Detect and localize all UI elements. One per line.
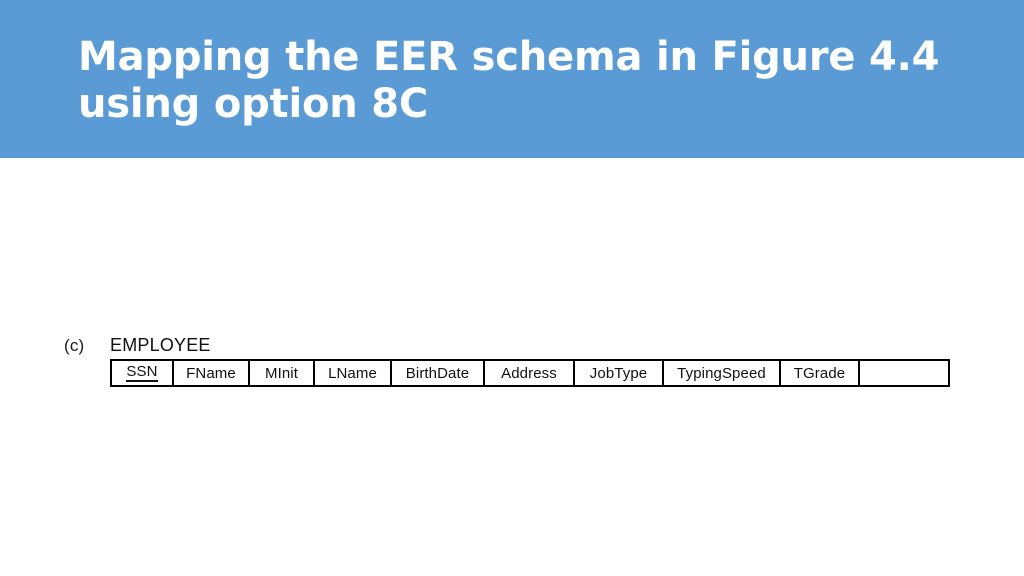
attribute-cell-lname: LName	[315, 361, 392, 385]
slide-title-banner: Mapping the EER schema in Figure 4.4 usi…	[0, 0, 1024, 158]
attribute-cell-tgrade: TGrade	[781, 361, 860, 385]
attribute-name: FName	[186, 364, 236, 382]
attribute-cell-typingspeed: TypingSpeed	[664, 361, 781, 385]
attribute-name: TypingSpeed	[677, 364, 766, 382]
attribute-cell-jobtype: JobType	[575, 361, 664, 385]
figure-part-label: (c)	[64, 336, 85, 355]
figure-eer-mapping: (c) EMPLOYEE SSN FName MInit LName BirthDate…	[0, 158, 1024, 576]
attribute-name: BirthDate	[405, 364, 470, 382]
attribute-cell-ssn: SSN	[112, 361, 174, 385]
attribute-cell-fname: FName	[174, 361, 250, 385]
attribute-name-primary-key: SSN	[126, 363, 158, 382]
relation-attribute-row: SSN FName MInit LName BirthDate Address JobTyp…	[110, 359, 950, 387]
attribute-name: JobType	[589, 364, 648, 382]
attribute-cell-empty	[860, 361, 952, 385]
attribute-cell-minit: MInit	[250, 361, 315, 385]
attribute-cell-address: Address	[485, 361, 575, 385]
attribute-name: LName	[328, 364, 377, 382]
attribute-name: TGrade	[793, 364, 846, 382]
relation-name-label: EMPLOYEE	[110, 335, 211, 355]
attribute-cell-birthdate: BirthDate	[392, 361, 485, 385]
attribute-name: MInit	[264, 364, 298, 382]
page-title: Mapping the EER schema in Figure 4.4 usi…	[78, 34, 940, 127]
relation-employee: EMPLOYEE SSN FName MInit LName BirthDate Addr…	[110, 334, 950, 387]
attribute-name: Address	[501, 364, 557, 382]
